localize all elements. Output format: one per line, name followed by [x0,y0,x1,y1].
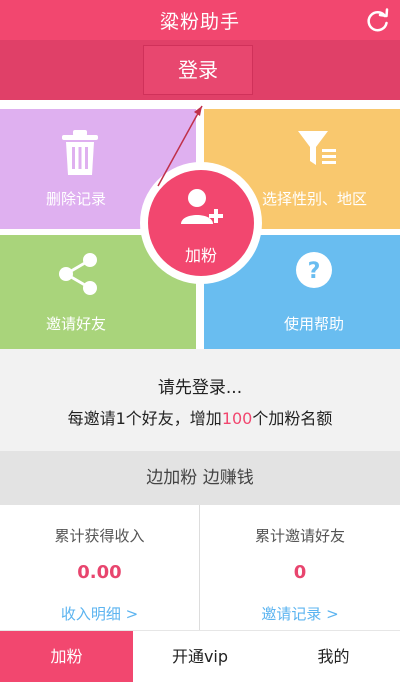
app-title: 粱粉助手 [159,11,240,33]
add-fans-label: 加粉 [184,246,217,265]
invites-value: 0 [293,562,307,583]
trash-icon [62,130,98,175]
invite-reward-text: 每邀请1个好友，增加100个加粉名额 [0,405,400,429]
annotation-arrow [157,105,203,187]
income-value: 0.00 [77,562,122,583]
title-bar: 粱粉助手 [0,0,400,40]
question-icon: ? [296,252,332,288]
invites-stat: 累计邀请好友 0 邀请记录 > [200,505,400,630]
select-gender-region-label: 选择性别、地区 [262,190,368,208]
tab-mine[interactable]: 我的 [267,631,400,682]
invite-reward-suffix: 个加粉名额 [252,409,333,428]
refresh-icon[interactable] [364,6,392,34]
invite-records-link[interactable]: 邀请记录 > [200,603,400,624]
add-user-icon [181,189,223,224]
income-details-link[interactable]: 收入明细 > [0,603,199,624]
help-label: 使用帮助 [284,315,345,333]
income-caption: 累计获得收入 [54,527,145,545]
login-button[interactable]: 登录 [143,45,253,95]
tab-add-fans[interactable]: 加粉 [0,631,133,682]
invites-caption: 累计邀请好友 [254,527,345,545]
filter-icon [298,131,336,165]
login-prompt: 请先登录... [157,378,243,398]
info-section: 请先登录... 每邀请1个好友，增加100个加粉名额 [0,349,400,451]
income-stat: 累计获得收入 0.00 收入明细 > [0,505,200,630]
invite-reward-prefix: 每邀请1个好友，增加 [67,409,222,428]
share-icon [59,253,97,295]
stats-panel: 累计获得收入 0.00 收入明细 > 累计邀请好友 0 邀请记录 > [0,505,400,630]
invite-friends-label: 邀请好友 [46,315,107,333]
delete-records-label: 删除记录 [46,190,107,208]
bottom-tab-bar: 加粉 开通vip 我的 [0,630,400,682]
invite-reward-amount: 100 [221,409,253,428]
svg-text:?: ? [308,259,321,284]
tab-open-vip[interactable]: 开通vip [133,631,267,682]
slogan-bar: 边加粉 边赚钱 [0,451,400,505]
